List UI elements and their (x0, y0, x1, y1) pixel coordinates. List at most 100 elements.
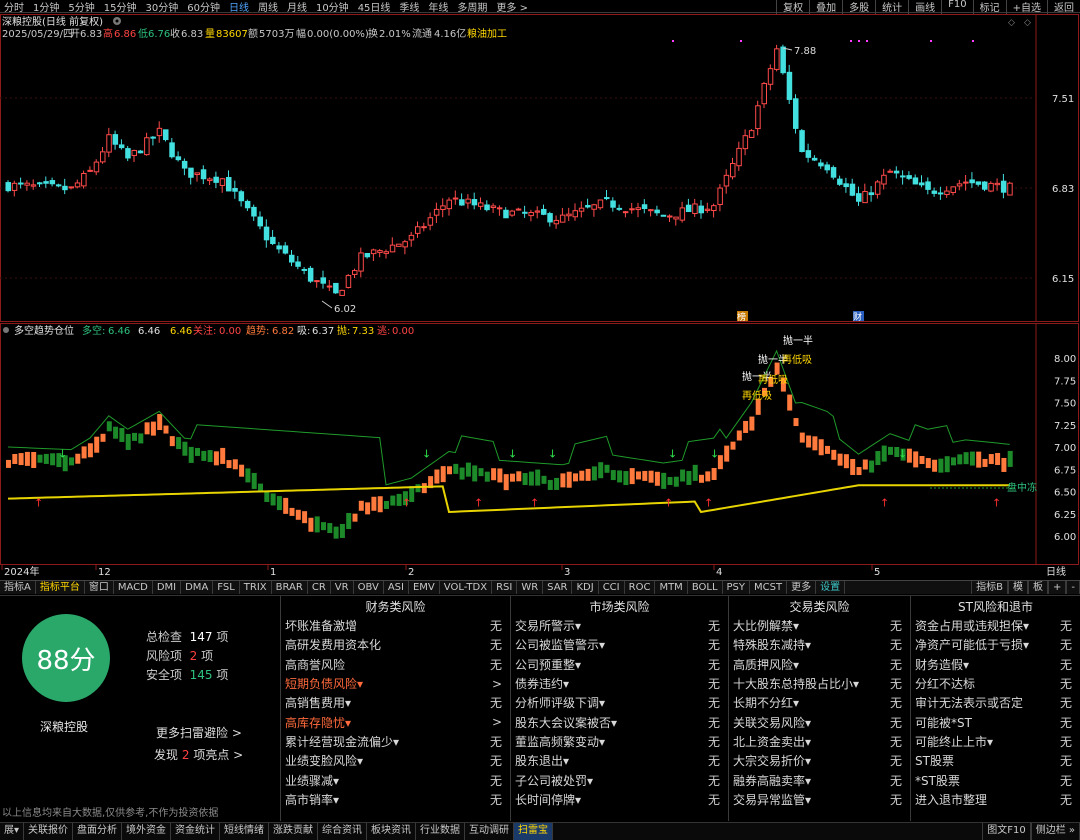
risk-item[interactable]: 净资产可能低于亏损▾ 无 (911, 635, 1080, 654)
indicator-tab[interactable]: 窗口 (85, 581, 114, 594)
status-tab[interactable]: 综合资讯 (318, 823, 368, 840)
toolbar-button[interactable]: F10 (941, 0, 972, 14)
risk-item[interactable]: 十大股东总持股占比小▾ 无 (729, 674, 910, 693)
period-tab[interactable]: 日线 (225, 0, 254, 14)
toolbar-button[interactable]: 返回 (1047, 0, 1080, 14)
risk-item[interactable]: 公司预重整▾ 无 (511, 655, 728, 674)
indicator-tab[interactable]: RSI (492, 581, 518, 594)
risk-item[interactable]: 北上资金卖出▾ 无 (729, 732, 910, 751)
indicator-tab[interactable]: 模 (1008, 581, 1028, 594)
risk-item[interactable]: ST股票 无 (911, 751, 1080, 770)
toolbar-button[interactable]: 叠加 (809, 0, 842, 14)
indicator-tab[interactable]: 板 (1028, 581, 1048, 594)
indicator-tab[interactable]: 设置 (816, 581, 846, 594)
period-tab[interactable]: 更多 > (492, 0, 533, 14)
period-tab[interactable]: 月线 (283, 0, 312, 14)
risk-item[interactable]: 进入退市整理 无 (911, 790, 1080, 809)
risk-item[interactable]: 大比例解禁▾ 无 (729, 616, 910, 635)
risk-item[interactable]: 高市销率▾ 无 (281, 790, 510, 809)
risk-item[interactable]: 大宗交易折价▾ 无 (729, 751, 910, 770)
period-tab[interactable]: 多周期 (453, 0, 492, 14)
indicator-tab[interactable]: - (1066, 581, 1080, 594)
status-tab[interactable]: 展▾ (0, 823, 25, 840)
status-tab[interactable]: 行业数据 (416, 823, 466, 840)
risk-item[interactable]: 分红不达标 无 (911, 674, 1080, 693)
indicator-tab[interactable]: DMI (153, 581, 182, 594)
status-tab[interactable]: 板块资讯 (367, 823, 417, 840)
status-tab[interactable]: 境外资金 (122, 823, 172, 840)
indicator-tab[interactable]: CCI (599, 581, 625, 594)
indicator-tab[interactable]: 指标平台 (36, 581, 85, 594)
more-scan-link[interactable]: 更多扫雷避险 > (156, 724, 242, 741)
indicator-tab[interactable]: TRIX (240, 581, 272, 594)
risk-item[interactable]: 财务造假▾ 无 (911, 655, 1080, 674)
indicator-tab[interactable]: DMA (181, 581, 214, 594)
status-tab[interactable]: 关联报价 (24, 823, 74, 840)
toolbar-button[interactable]: 统计 (875, 0, 908, 14)
risk-item[interactable]: 高研发费用资本化 无 (281, 635, 510, 654)
period-tab[interactable]: 年线 (424, 0, 453, 14)
indicator-tab[interactable]: 指标B (971, 581, 1008, 594)
period-tab[interactable]: 10分钟 (312, 0, 354, 14)
indicator-tab[interactable]: VOL-TDX (440, 581, 493, 594)
risk-item[interactable]: 资金占用或违规担保▾ 无 (911, 616, 1080, 635)
indicator-tab[interactable]: ASI (384, 581, 409, 594)
period-tab[interactable]: 周线 (254, 0, 283, 14)
risk-item[interactable]: 累计经营现金流偏少▾ 无 (281, 732, 510, 751)
indicator-tab[interactable]: OBV (354, 581, 384, 594)
toolbar-button[interactable]: 画线 (908, 0, 941, 14)
risk-item[interactable]: 审计无法表示或否定 无 (911, 693, 1080, 712)
indicator-tab[interactable]: FSL (213, 581, 240, 594)
risk-item[interactable]: 股东大会议案被否▾ 无 (511, 712, 728, 731)
status-tab[interactable]: 盘面分析 (73, 823, 123, 840)
indicator-tab[interactable]: MCST (750, 581, 788, 594)
risk-item[interactable]: 关联交易风险▾ 无 (729, 712, 910, 731)
status-tab[interactable]: 图文F10 (982, 823, 1031, 840)
toolbar-button[interactable]: 多股 (842, 0, 875, 14)
toolbar-button[interactable]: 复权 (776, 0, 809, 14)
period-tab[interactable]: 45日线 (354, 0, 396, 14)
status-tab[interactable]: 扫雷宝 (514, 823, 554, 840)
indicator-tab[interactable]: BRAR (272, 581, 308, 594)
period-tab[interactable]: 1分钟 (29, 0, 64, 14)
indicator-tab[interactable]: 指标A (0, 581, 36, 594)
indicator-tab[interactable]: KDJ (572, 581, 599, 594)
indicator-tab[interactable]: CR (308, 581, 331, 594)
risk-item[interactable]: 高商誉风险 无 (281, 655, 510, 674)
risk-item[interactable]: 股东退出▾ 无 (511, 751, 728, 770)
risk-item[interactable]: 董监高频繁变动▾ 无 (511, 732, 728, 751)
risk-item[interactable]: 高库存隐忧▾ > (281, 712, 510, 731)
risk-item[interactable]: 子公司被处罚▾ 无 (511, 770, 728, 789)
period-tab[interactable]: 60分钟 (183, 0, 225, 14)
risk-item[interactable]: 融券高融卖率▾ 无 (729, 770, 910, 789)
period-tab[interactable]: 30分钟 (141, 0, 183, 14)
risk-item[interactable]: 交易所警示▾ 无 (511, 616, 728, 635)
highlights-link[interactable]: 发现 2 项亮点 > (154, 746, 243, 763)
indicator-tab[interactable]: ROC (625, 581, 656, 594)
indicator-tab[interactable]: SAR (543, 581, 573, 594)
risk-item[interactable]: *ST股票 无 (911, 770, 1080, 789)
risk-item[interactable]: 交易异常监管▾ 无 (729, 790, 910, 809)
risk-item[interactable]: 长期不分红▾ 无 (729, 693, 910, 712)
risk-item[interactable]: 公司被监管警示▾ 无 (511, 635, 728, 654)
risk-item[interactable]: 短期负债风险▾ > (281, 674, 510, 693)
risk-item[interactable]: 可能被*ST 无 (911, 712, 1080, 731)
period-tab[interactable]: 分时 (0, 0, 29, 14)
indicator-tab[interactable]: MACD (114, 581, 153, 594)
risk-item[interactable]: 特殊股东减持▾ 无 (729, 635, 910, 654)
period-tab[interactable]: 5分钟 (64, 0, 99, 14)
toolbar-button[interactable]: 标记 (972, 0, 1006, 14)
risk-item[interactable]: 债券违约▾ 无 (511, 674, 728, 693)
indicator-tab[interactable]: 更多 (787, 581, 817, 594)
risk-item[interactable]: 长时间停牌▾ 无 (511, 790, 728, 809)
indicator-tab[interactable]: + (1048, 581, 1067, 594)
chart-canvas[interactable]: 深粮控股(日线 前复权) 2025/05/29/四 开 6.83 高 6.86 … (0, 14, 1080, 579)
period-tab[interactable]: 季线 (395, 0, 424, 14)
risk-item[interactable]: 分析师评级下调▾ 无 (511, 693, 728, 712)
indicator-tab[interactable]: EMV (409, 581, 440, 594)
indicator-tab[interactable]: MTM (655, 581, 688, 594)
settings-gear-icon[interactable] (113, 17, 121, 25)
risk-item[interactable]: 业绩变脸风险▾ 无 (281, 751, 510, 770)
risk-item[interactable]: 业绩骤减▾ 无 (281, 770, 510, 789)
toolbar-button[interactable]: +自选 (1005, 0, 1047, 14)
